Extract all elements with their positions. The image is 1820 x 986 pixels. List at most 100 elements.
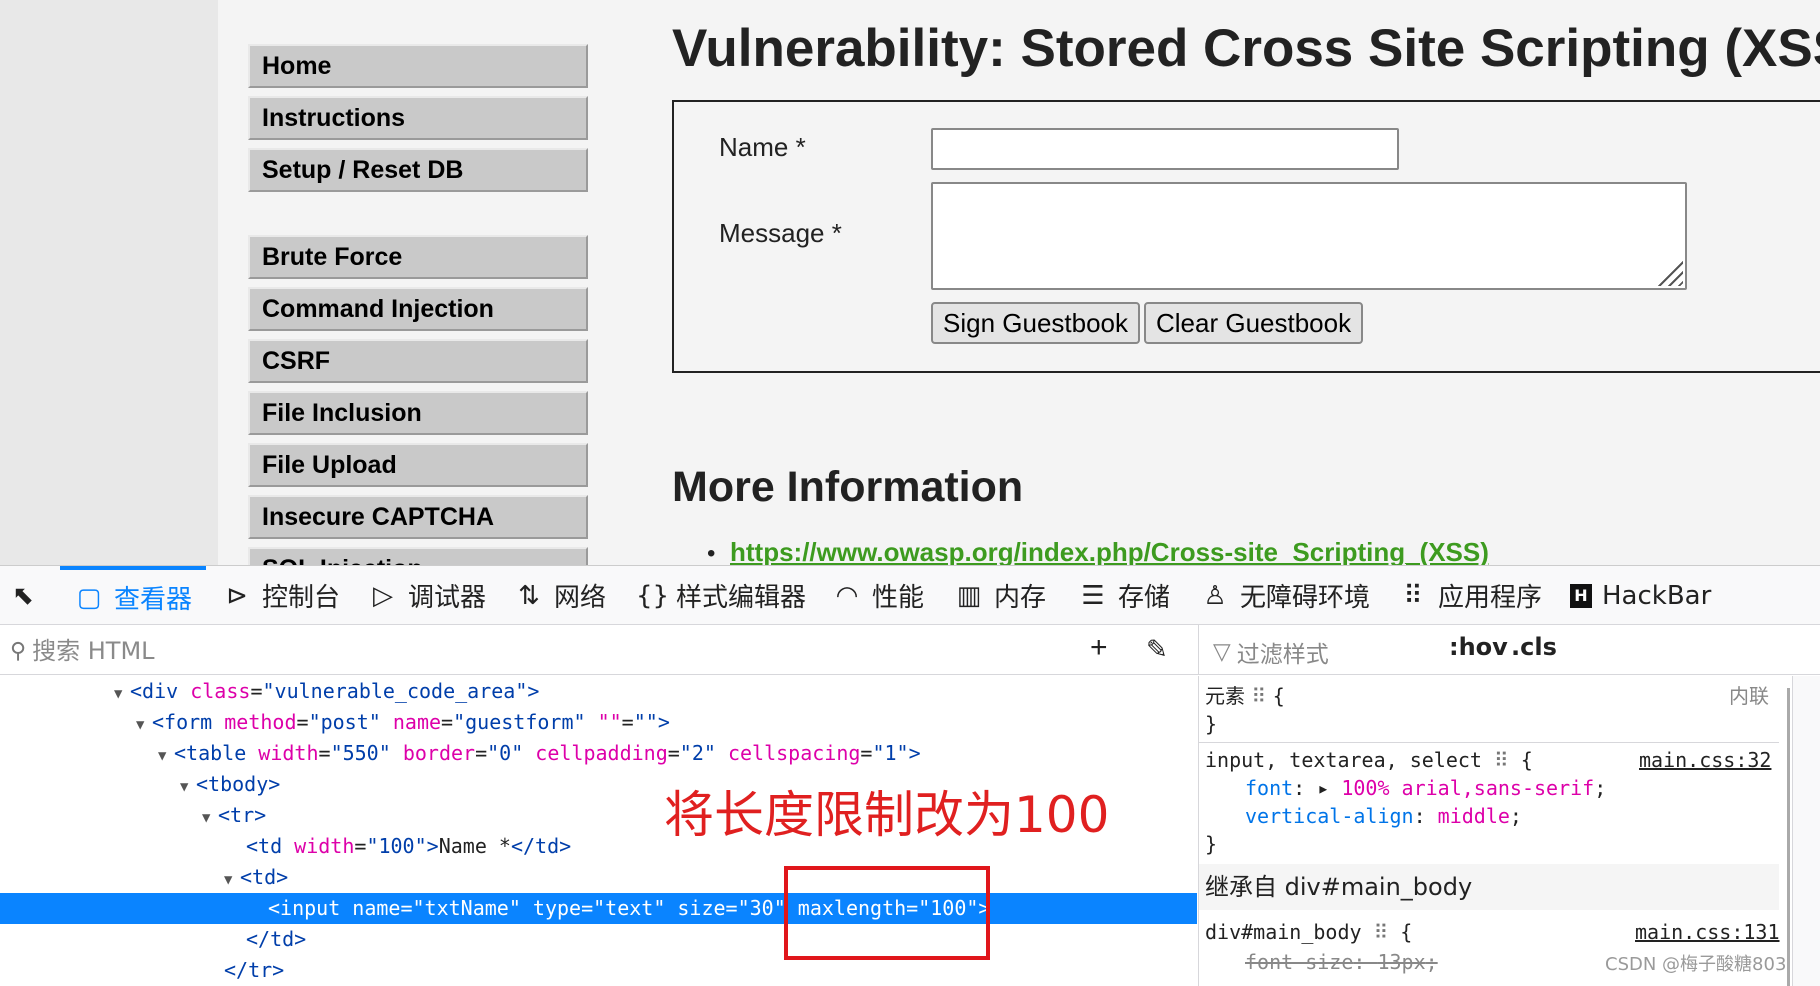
element-rule-close: } [1205, 712, 1218, 736]
rule1-decl-valign[interactable]: vertical-align: middle; [1245, 802, 1522, 830]
menu-item-brute-force[interactable]: Brute Force [248, 235, 588, 279]
menu-item-instructions[interactable]: Instructions [248, 96, 588, 140]
tab-console[interactable]: ⊳ 控制台 [222, 566, 340, 625]
tab-performance[interactable]: ◠ 性能 [832, 566, 924, 625]
menu-spacer [248, 200, 588, 235]
style-editor-icon: {} [636, 580, 670, 611]
inline-label: 内联 [1729, 684, 1769, 708]
menu-item-file-upload[interactable]: File Upload [248, 443, 588, 487]
annotation-highlight-box [784, 866, 990, 960]
tab-label: 调试器 [408, 583, 487, 613]
menu-item-sql-injection[interactable]: SQL Injection [248, 547, 588, 565]
filter-icon: ▽ [1213, 639, 1231, 665]
rule1-source-link[interactable]: main.css:32 [1639, 746, 1771, 774]
tab-application[interactable]: ⠿ 应用程序 [1398, 566, 1542, 625]
accessibility-icon: ♙ [1203, 580, 1227, 611]
tab-label: 存储 [1118, 583, 1171, 613]
tab-label: 查看器 [114, 585, 193, 615]
rules-view: 元素 ⠿ { 内联 } input, textarea, select ⠿ { … [1198, 676, 1820, 986]
markup-node-div[interactable]: ▼ <div class="vulnerable_code_area"> [0, 676, 1197, 707]
search-html-box: ⚲ [10, 634, 1070, 668]
element-picker-button[interactable]: ⬉ [8, 566, 48, 625]
inherited-header: 继承自 div#main_body [1199, 864, 1779, 910]
cls-toggle[interactable]: .cls [1511, 633, 1557, 661]
owasp-link[interactable]: https://www.owasp.org/index.php/Cross-si… [730, 537, 1489, 565]
more-info-heading: More Information [672, 463, 1024, 511]
tab-inspector[interactable]: ▢ 查看器 [60, 566, 207, 625]
hackbar-icon: H [1570, 583, 1592, 608]
markup-node-td-close[interactable]: </td> [0, 924, 1197, 955]
tab-debugger[interactable]: ▷ 调试器 [368, 566, 486, 625]
inspector-toolbar: ⚲ + ✎ ▽ 过滤样式 :hov .cls [0, 625, 1820, 675]
tab-label: 性能 [872, 583, 925, 613]
tab-label: HackBar [1602, 580, 1712, 611]
inspector-icon: ▢ [76, 582, 102, 613]
menu-item-insecure-captcha[interactable]: Insecure CAPTCHA [248, 495, 588, 539]
tab-storage[interactable]: ☰ 存储 [1078, 566, 1170, 625]
markup-node-form[interactable]: ▼ <form method="post" name="guestform" ""… [0, 707, 1197, 738]
filter-styles-box[interactable]: ▽ 过滤样式 [1213, 635, 1329, 669]
tab-label: 样式编辑器 [676, 583, 807, 613]
menu-item-home[interactable]: Home [248, 44, 588, 88]
menu-item-command-injection[interactable]: Command Injection [248, 287, 588, 331]
left-gutter [0, 0, 218, 565]
markup-node-td[interactable]: ▼ <td> [0, 862, 1197, 893]
tab-label: 内存 [994, 583, 1047, 613]
console-icon: ⊳ [226, 580, 248, 611]
tab-hackbar[interactable]: H HackBar [1570, 566, 1711, 625]
rule2-source-link[interactable]: main.css:131 [1635, 918, 1780, 946]
menu-item-setup[interactable]: Setup / Reset DB [248, 148, 588, 192]
menu-item-file-inclusion[interactable]: File Inclusion [248, 391, 588, 435]
side-menu: Home Instructions Setup / Reset DB Brute… [248, 44, 588, 565]
memory-icon: ▥ [956, 580, 982, 611]
filter-placeholder: 过滤样式 [1236, 642, 1329, 668]
picker-icon: ⬉ [12, 580, 34, 611]
rule2-decl-fontsize-overridden[interactable]: font-size: 13px; [1245, 948, 1438, 976]
rule2-selector[interactable]: div#main_body ⠿ { [1205, 918, 1412, 946]
clear-guestbook-button[interactable]: Clear Guestbook [1144, 302, 1364, 344]
rule-separator [1199, 742, 1779, 743]
sign-guestbook-button[interactable]: Sign Guestbook [931, 302, 1141, 344]
tab-style-editor[interactable]: {} 样式编辑器 [636, 566, 806, 625]
network-icon: ⇅ [518, 580, 540, 611]
tab-label: 无障碍环境 [1240, 583, 1371, 613]
application-icon: ⠿ [1403, 580, 1423, 611]
rule1-close: } [1205, 832, 1218, 856]
menu-item-csrf[interactable]: CSRF [248, 339, 588, 383]
resize-grip-icon[interactable] [1657, 260, 1683, 286]
storage-icon: ☰ [1081, 580, 1105, 611]
rules-scrollbar[interactable] [1787, 688, 1790, 986]
annotation-text: 将长度限制改为100 [664, 786, 1110, 844]
tab-label: 应用程序 [1438, 583, 1543, 613]
tab-memory[interactable]: ▥ 内存 [954, 566, 1046, 625]
markup-node-tr-close[interactable]: </tr> [0, 955, 1197, 986]
watermark: CSDN @梅子酸糖803 [1605, 954, 1787, 975]
hov-toggle[interactable]: :hov [1449, 633, 1508, 661]
debugger-icon: ▷ [373, 580, 393, 611]
list-bullet: • [707, 540, 716, 565]
message-textarea[interactable] [931, 182, 1687, 290]
eyedropper-icon[interactable]: ✎ [1146, 634, 1168, 665]
rules-toolbar: ▽ 过滤样式 :hov .cls [1198, 625, 1820, 675]
side-panel-collapsed [1792, 676, 1820, 986]
markup-node-input-selected[interactable]: <input name="txtName" type="text" size="… [0, 893, 1197, 924]
guestbook-form: Name * Message * Sign Guestbook Clear Gu… [672, 100, 1820, 373]
performance-icon: ◠ [835, 580, 859, 611]
tab-label: 网络 [554, 583, 607, 613]
search-icon: ⚲ [10, 638, 27, 664]
tab-label: 控制台 [262, 583, 341, 613]
name-label: Name * [719, 132, 806, 162]
rule1-decl-font[interactable]: font: ▸ 100% arial,sans-serif; [1245, 774, 1606, 802]
search-html-input[interactable] [32, 637, 933, 665]
tab-network[interactable]: ⇅ 网络 [514, 566, 606, 625]
devtools-tabbar: ⬉ ▢ 查看器 ⊳ 控制台 ▷ 调试器 ⇅ 网络 {} 样式编辑器 ◠ 性能 ▥… [0, 566, 1820, 625]
markup-node-table[interactable]: ▼ <table width="550" border="0" cellpaddi… [0, 738, 1197, 769]
message-label: Message * [719, 218, 842, 248]
element-rule-header: 元素 ⠿ { [1205, 684, 1286, 708]
rule1-selector[interactable]: input, textarea, select ⠿ { [1205, 746, 1533, 774]
add-node-button[interactable]: + [1090, 631, 1108, 665]
web-page-viewport: Home Instructions Setup / Reset DB Brute… [0, 0, 1820, 565]
name-input[interactable] [931, 128, 1399, 170]
page-title: Vulnerability: Stored Cross Site Scripti… [672, 19, 1820, 78]
tab-accessibility[interactable]: ♙ 无障碍环境 [1200, 566, 1370, 625]
